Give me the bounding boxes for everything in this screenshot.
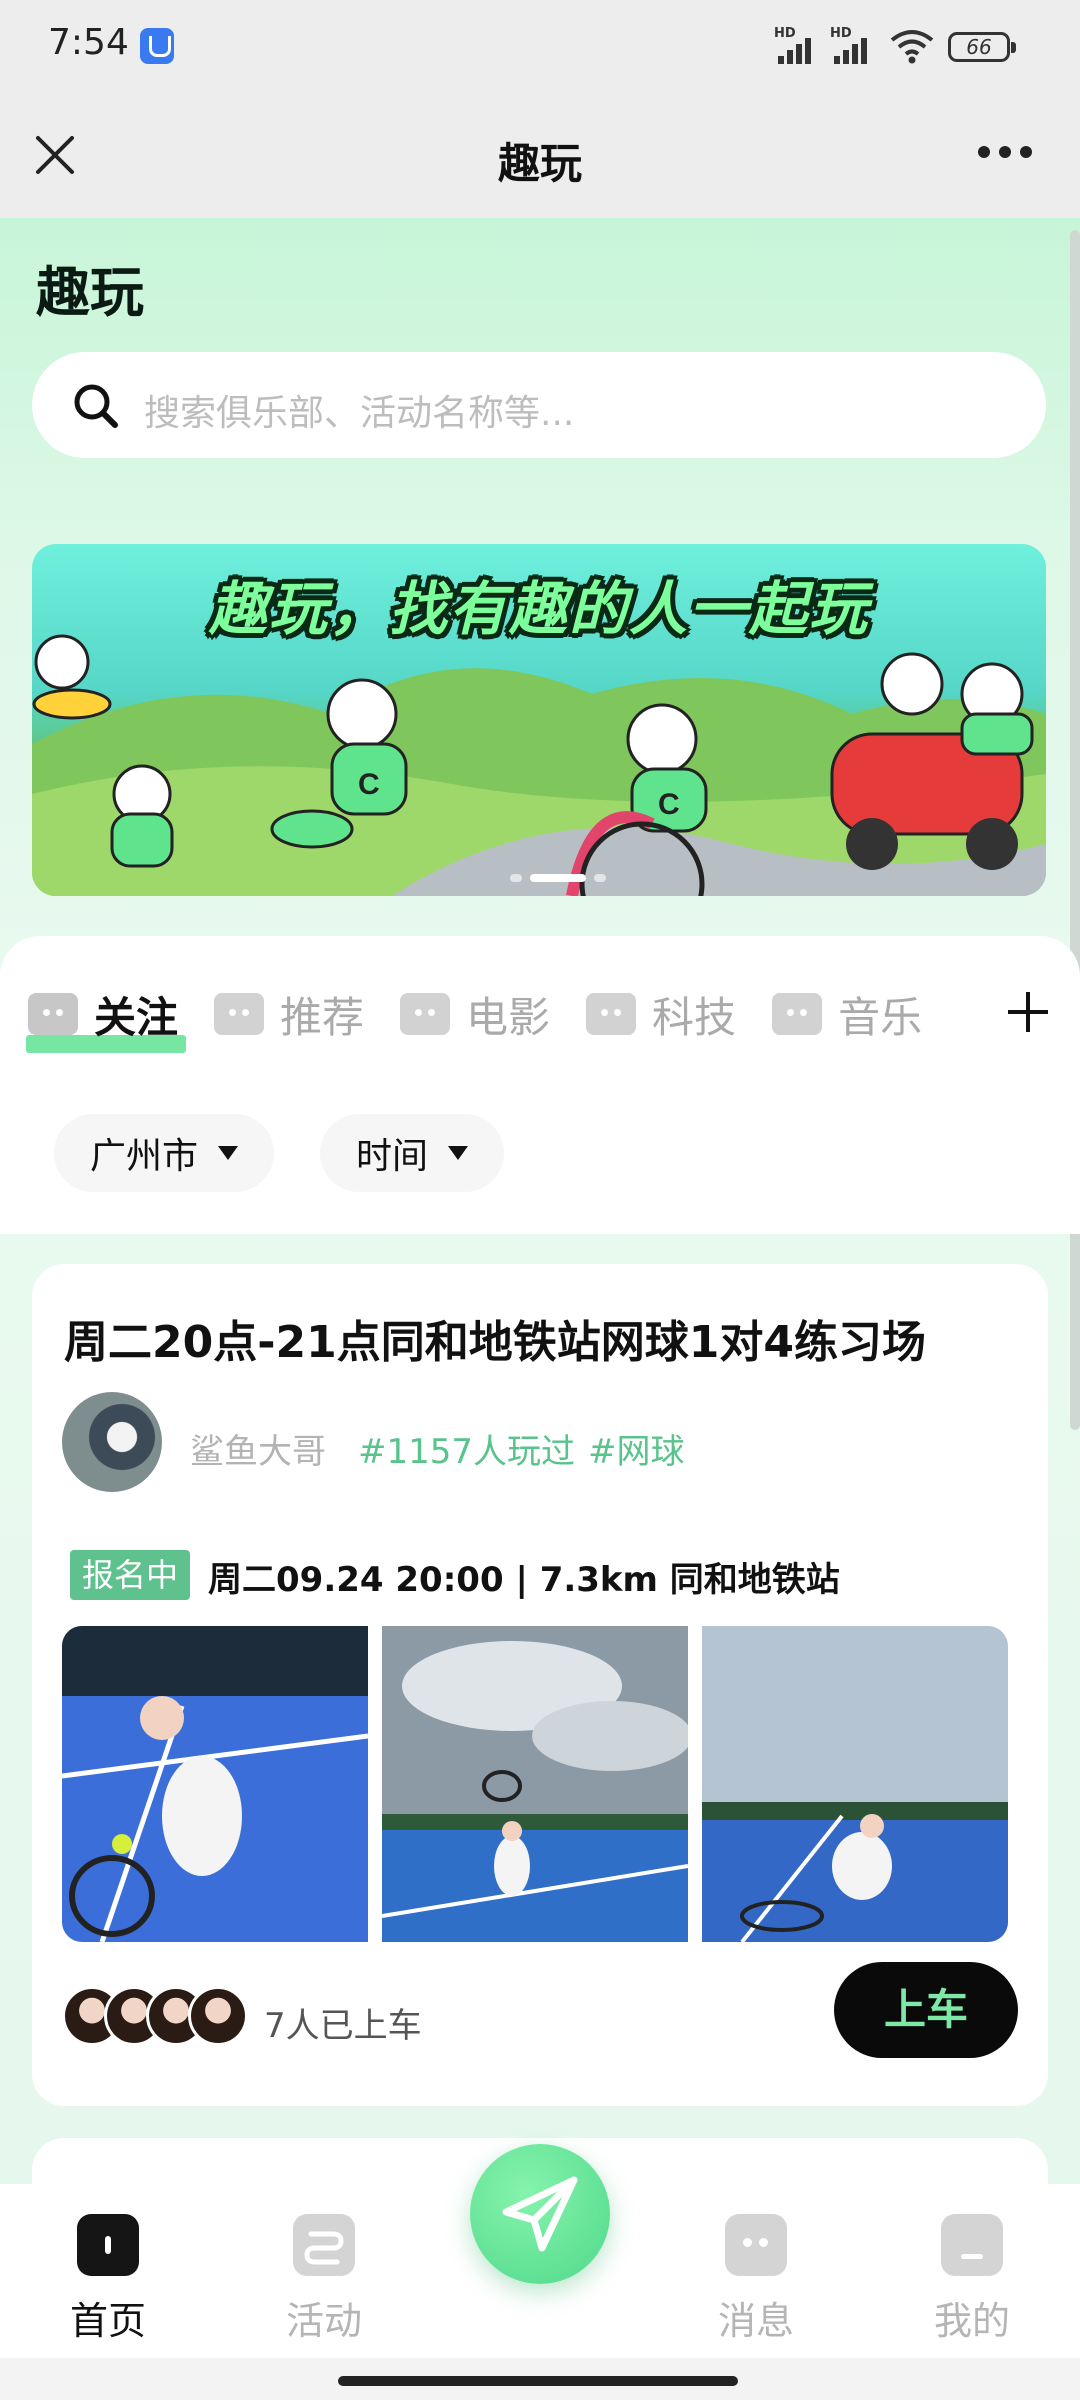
tag-played-count[interactable]: #1157人玩过	[358, 1424, 575, 1473]
tab-following[interactable]: 关注	[25, 984, 187, 1053]
filter-label: 广州市	[90, 1136, 199, 1177]
tab-movies[interactable]: 电影	[400, 984, 550, 1045]
avatar	[188, 1986, 248, 2046]
activity-title: 周二20点-21点同和地铁站网球1对4练习场	[64, 1317, 926, 1368]
filter-label: 时间	[356, 1136, 429, 1177]
status-time: 7:54	[48, 22, 129, 63]
nav-profile[interactable]: 我的	[892, 2214, 1052, 2345]
tab-label: 科技	[652, 992, 737, 1042]
activity-icon	[293, 2214, 355, 2276]
signal-icon-2: HD	[830, 26, 880, 64]
nav-home[interactable]: 首页	[28, 2214, 188, 2345]
time-filter[interactable]: 时间	[320, 1114, 505, 1192]
plus-icon[interactable]	[1000, 984, 1056, 1040]
publish-button[interactable]	[470, 2144, 610, 2284]
filter-bar: 广州市 时间	[54, 1114, 505, 1192]
nav-label: 消息	[717, 2299, 794, 2343]
category-tabs: 关注 推荐 电影 科技 音乐	[25, 984, 958, 1053]
tabs-fade	[920, 972, 980, 1052]
activity-card[interactable]: 周二20点-21点同和地铁站网球1对4练习场 鲨鱼大哥 #1157人玩过 #网球…	[32, 1264, 1048, 2106]
scrollbar[interactable]	[1070, 230, 1080, 1430]
page-title: 趣玩	[497, 139, 582, 188]
chat-bubble-icon	[772, 993, 823, 1035]
activity-photo[interactable]	[702, 1626, 1008, 1942]
chat-bubble-icon	[586, 993, 637, 1035]
author-name[interactable]: 鲨鱼大哥	[190, 1424, 326, 1473]
search-icon	[74, 384, 118, 428]
send-icon	[502, 2176, 578, 2252]
tab-music[interactable]: 音乐	[772, 984, 922, 1045]
chat-bubble-icon	[214, 993, 265, 1035]
tab-label: 电影	[466, 992, 551, 1042]
nav-messages[interactable]: 消息	[676, 2214, 836, 2345]
more-icon[interactable]	[978, 146, 1032, 160]
search-placeholder: 搜索俱乐部、活动名称等...	[144, 393, 575, 434]
banner-dot-active	[530, 874, 586, 882]
event-info: 周二09.24 20:00 | 7.3km 同和地铁站	[208, 1560, 840, 1600]
banner-dot	[510, 874, 522, 882]
svg-text:C: C	[358, 768, 380, 801]
title-bar: 趣玩	[0, 96, 1080, 218]
nav-label: 我的	[933, 2299, 1010, 2343]
chat-bubble-icon	[400, 993, 451, 1035]
board-button[interactable]: 上车	[834, 1962, 1018, 2058]
photo-gallery	[62, 1626, 1008, 1942]
message-icon	[725, 2214, 787, 2276]
banner-headline: 趣玩，找有趣的人一起玩	[208, 575, 869, 643]
battery-icon: 66	[948, 32, 1016, 62]
nav-activity[interactable]: 活动	[244, 2214, 404, 2345]
status-bar: 7:54 HD HD 66	[0, 0, 1080, 96]
activity-photo[interactable]	[62, 1626, 368, 1942]
caret-down-icon	[218, 1146, 239, 1160]
tag-tennis[interactable]: #网球	[588, 1424, 685, 1473]
home-indicator[interactable]	[338, 2376, 738, 2386]
signal-icon: HD	[774, 26, 824, 64]
search-input[interactable]: 搜索俱乐部、活动名称等...	[32, 352, 1046, 458]
chat-bubble-icon	[28, 993, 78, 1035]
activity-photo[interactable]	[382, 1626, 688, 1942]
profile-icon	[941, 2214, 1003, 2276]
wifi-icon	[890, 30, 934, 64]
tab-label: 关注	[94, 992, 179, 1042]
rider-avatars	[62, 1986, 248, 2046]
rider-count: 7人已上车	[264, 2006, 422, 2046]
home-icon	[77, 2214, 139, 2276]
nav-label: 首页	[69, 2299, 146, 2343]
banner-dot	[594, 874, 606, 882]
avatar[interactable]	[62, 1392, 162, 1492]
tab-label: 音乐	[838, 992, 923, 1042]
main-content[interactable]: 趣玩 搜索俱乐部、活动名称等... C C 趣玩，找有趣的人一起玩 关注 推荐 …	[0, 218, 1080, 2184]
shield-icon	[140, 28, 174, 64]
city-filter[interactable]: 广州市	[54, 1114, 275, 1192]
tab-recommended[interactable]: 推荐	[214, 984, 364, 1045]
caret-down-icon	[448, 1146, 469, 1160]
nav-label: 活动	[285, 2299, 362, 2343]
tab-tech[interactable]: 科技	[586, 984, 736, 1045]
status-badge: 报名中	[70, 1550, 191, 1600]
banner-pagination	[510, 874, 606, 882]
promo-banner[interactable]: C C 趣玩，找有趣的人一起玩	[32, 544, 1046, 896]
tab-label: 推荐	[280, 992, 365, 1042]
svg-text:C: C	[658, 788, 680, 821]
app-heading: 趣玩	[32, 248, 148, 327]
